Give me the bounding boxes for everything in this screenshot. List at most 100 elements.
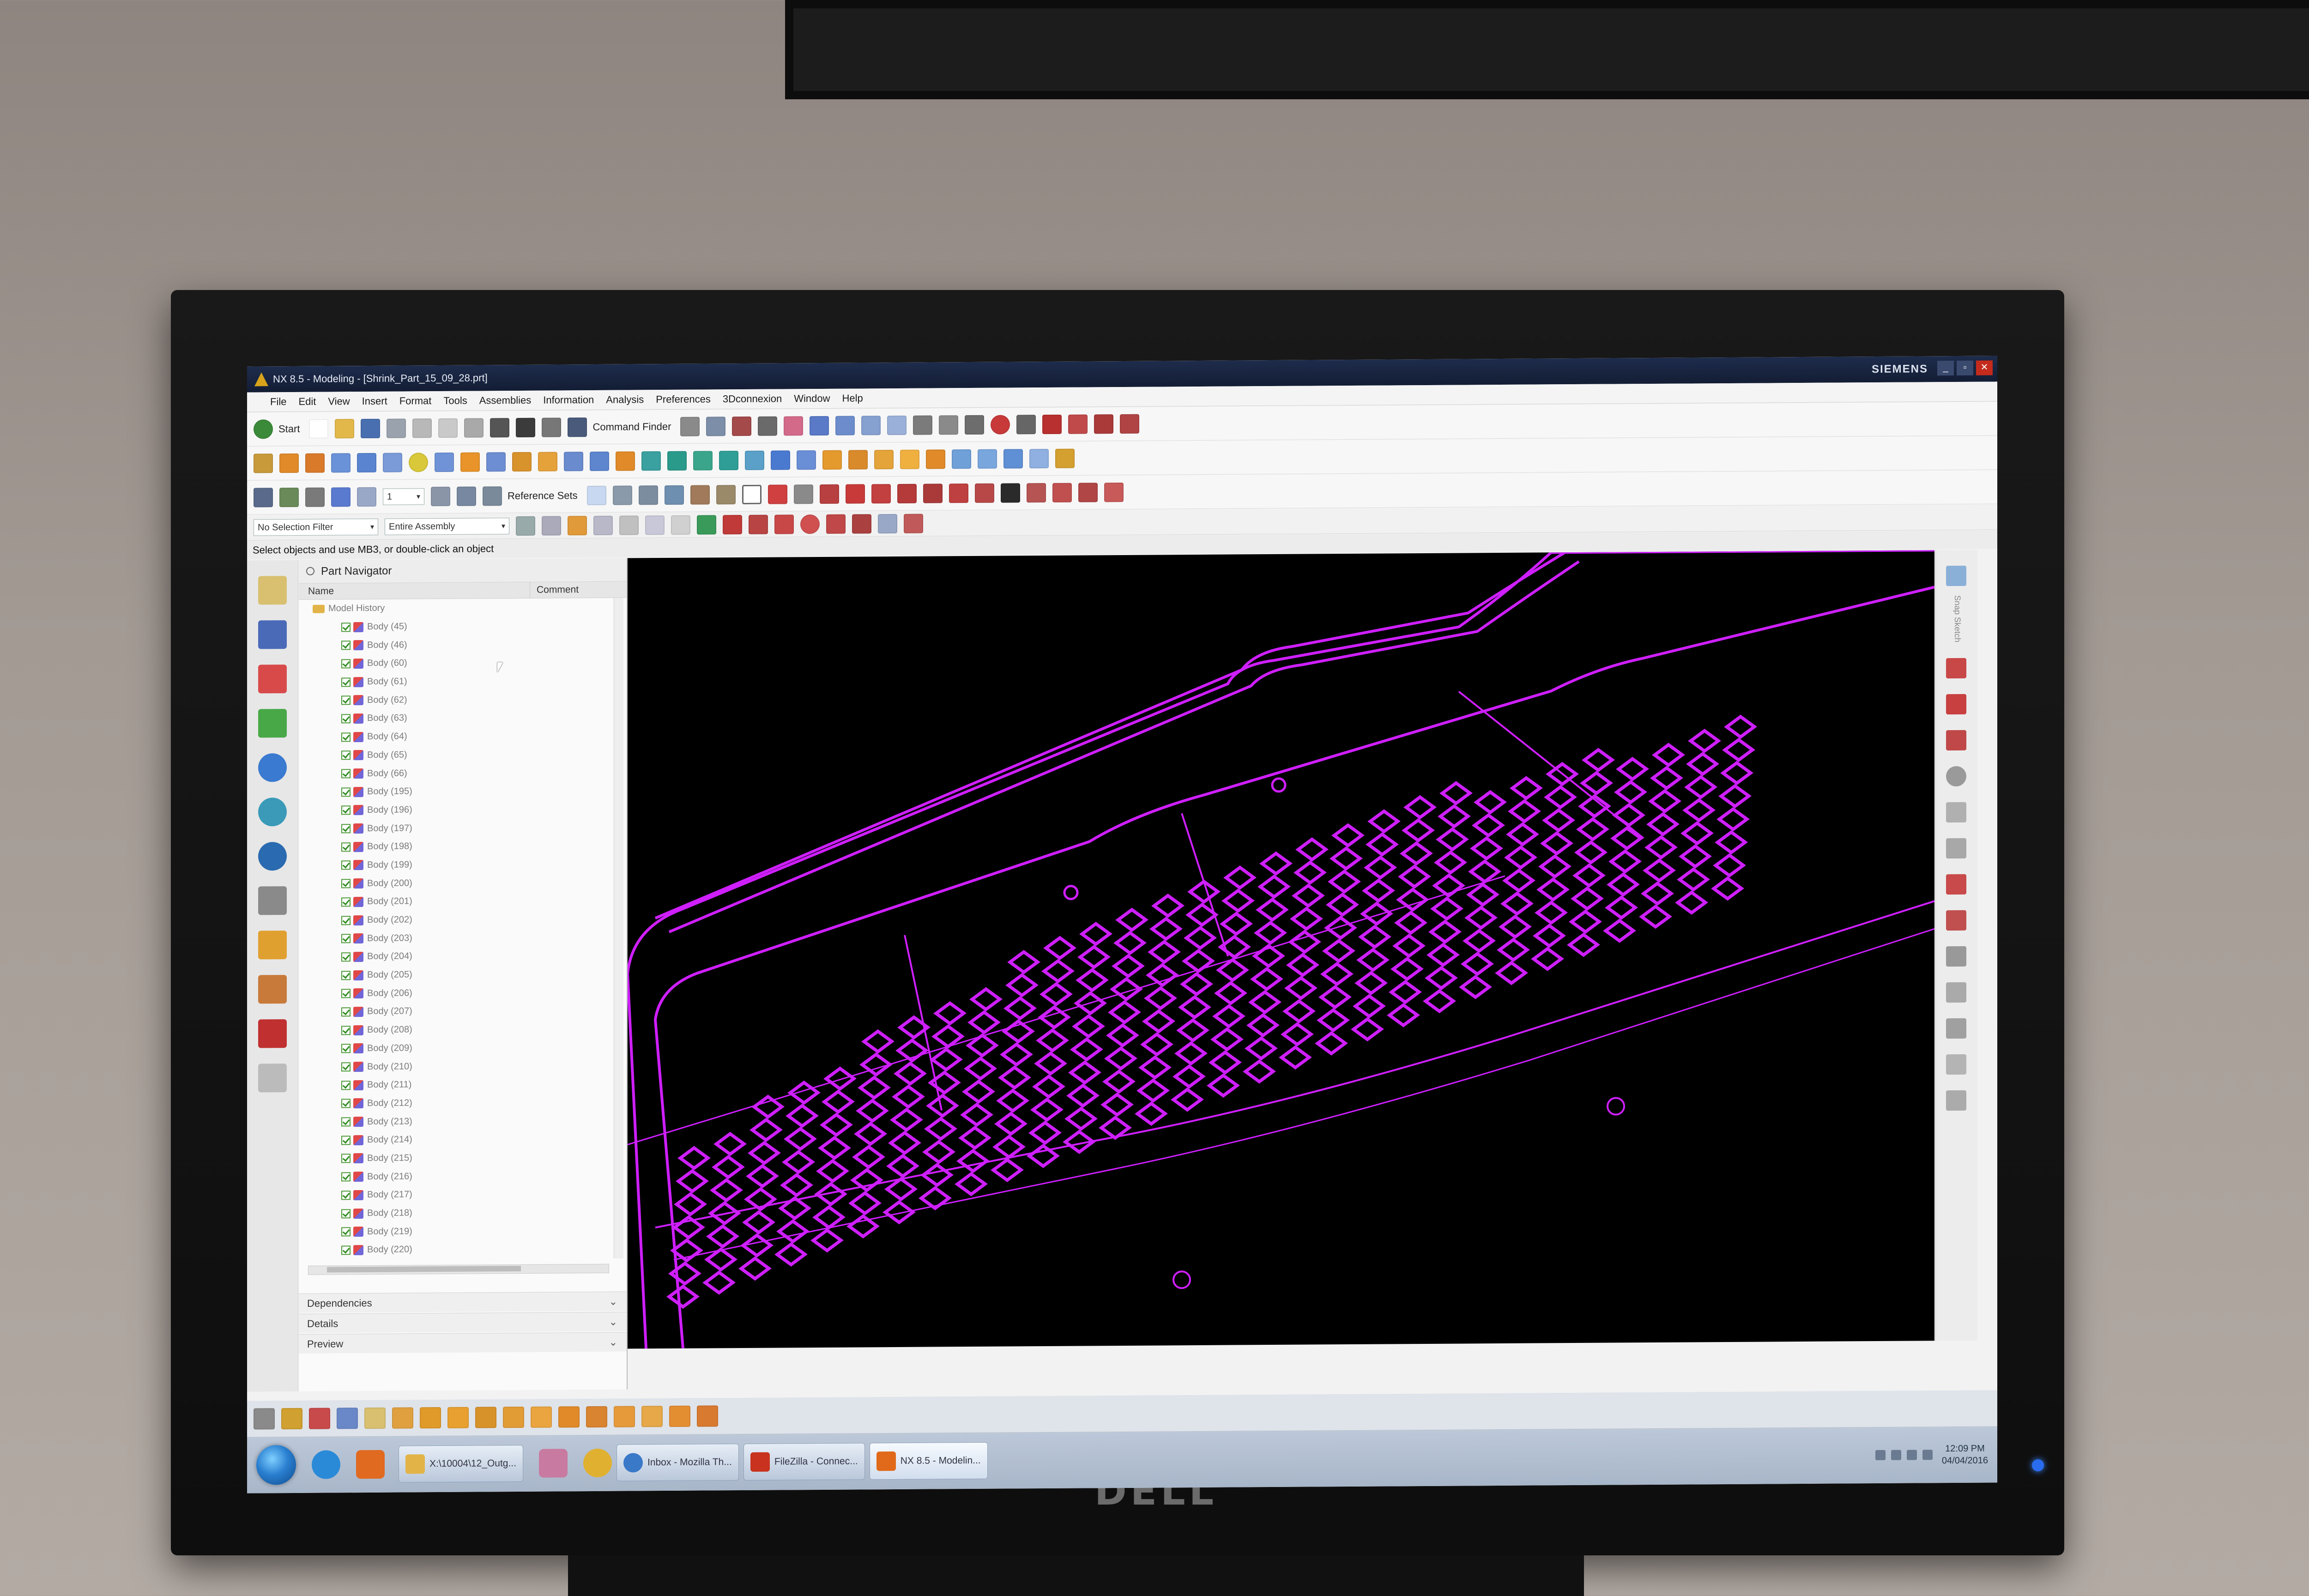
preview-panel[interactable]: Preview ⌄: [299, 1332, 627, 1354]
wcs-icon[interactable]: [758, 416, 778, 436]
visibility-checkbox[interactable]: [341, 915, 351, 925]
clock-icon[interactable]: [258, 842, 287, 871]
move-face-icon[interactable]: [978, 449, 997, 469]
navigator-vertical-scrollbar[interactable]: [614, 598, 623, 1258]
visibility-checkbox[interactable]: [341, 805, 351, 815]
polygon-icon[interactable]: [923, 484, 943, 503]
command-finder-icon[interactable]: [568, 417, 587, 437]
visibility-checkbox[interactable]: [341, 952, 351, 962]
tree-item-body[interactable]: Body (215): [299, 1148, 627, 1168]
shaded-icon[interactable]: [305, 487, 325, 507]
filter-settings-icon[interactable]: [516, 516, 535, 536]
visibility-checkbox[interactable]: [341, 842, 351, 852]
measure-icon[interactable]: [965, 415, 985, 435]
touch-mode-icon[interactable]: [680, 417, 700, 436]
tree-item-body[interactable]: Body (212): [299, 1093, 627, 1113]
tree-item-body[interactable]: Body (64): [299, 726, 627, 746]
measure-body-icon[interactable]: [392, 1407, 413, 1429]
unite-icon[interactable]: [590, 451, 609, 472]
split-body-icon[interactable]: [848, 450, 868, 470]
tree-item-body[interactable]: Body (201): [299, 891, 627, 912]
profile-icon[interactable]: [1946, 658, 1966, 679]
explode-icon[interactable]: [716, 485, 736, 505]
pad-icon[interactable]: [512, 452, 532, 472]
visibility-checkbox[interactable]: [341, 860, 351, 870]
offset-curve-icon[interactable]: [1026, 483, 1046, 503]
select-all-icon[interactable]: [568, 516, 587, 536]
groove-icon[interactable]: [564, 452, 583, 472]
trim-body-icon[interactable]: [822, 450, 842, 470]
command-finder-label[interactable]: Command Finder: [592, 421, 671, 433]
tree-item-body[interactable]: Body (63): [299, 708, 627, 728]
dependencies-panel[interactable]: Dependencies ⌄: [299, 1291, 627, 1313]
visibility-checkbox[interactable]: [341, 695, 351, 705]
visibility-checkbox[interactable]: [341, 1007, 351, 1017]
corner-tool-icon[interactable]: [1946, 1090, 1966, 1111]
pocket-icon[interactable]: [486, 452, 506, 472]
pin-icon[interactable]: [306, 567, 314, 575]
tree-item-body[interactable]: Body (206): [299, 983, 627, 1003]
tree-item-body[interactable]: Body (209): [299, 1038, 627, 1058]
visibility-checkbox[interactable]: [341, 1117, 351, 1127]
new-file-icon[interactable]: [309, 419, 329, 439]
reference-sets-icon[interactable]: [483, 486, 502, 506]
visibility-checkbox[interactable]: [341, 1154, 351, 1163]
wireframe-model[interactable]: [628, 550, 1934, 1349]
snap-mid-point-icon[interactable]: [697, 515, 716, 535]
move-to-layer-icon[interactable]: [457, 486, 476, 506]
block-5-icon[interactable]: [531, 1406, 552, 1428]
cut-icon[interactable]: [412, 418, 432, 438]
fit-icon[interactable]: [254, 488, 273, 508]
taskbar-item-thunderbird[interactable]: Inbox - Mozilla Th...: [616, 1444, 739, 1481]
cone-icon[interactable]: [383, 453, 402, 472]
display-icon[interactable]: [1016, 415, 1036, 435]
visibility-checkbox[interactable]: [341, 677, 351, 687]
taskbar-item-explorer[interactable]: X:\10004\12_Outg...: [399, 1445, 523, 1483]
wave-link-icon[interactable]: [309, 1408, 330, 1429]
scrollbar-thumb[interactable]: [327, 1265, 521, 1273]
tree-item-body[interactable]: Body (218): [299, 1203, 627, 1223]
extrude-icon[interactable]: [279, 453, 299, 473]
menu-insert[interactable]: Insert: [362, 395, 387, 407]
visibility-checkbox[interactable]: [341, 750, 351, 760]
tree-item-body[interactable]: Body (220): [299, 1239, 627, 1256]
history-icon[interactable]: [258, 798, 287, 827]
project-curve-icon[interactable]: [1052, 483, 1072, 502]
tree-item-body[interactable]: Body (217): [299, 1185, 627, 1205]
open-folder-icon[interactable]: [335, 419, 355, 439]
visibility-checkbox[interactable]: [341, 714, 351, 724]
visibility-checkbox[interactable]: [341, 769, 351, 779]
undo-icon[interactable]: [516, 417, 536, 438]
snap-quadrant-icon[interactable]: [800, 514, 820, 534]
studio-spline-icon[interactable]: [949, 484, 968, 503]
details-panel[interactable]: Details ⌄: [299, 1312, 627, 1333]
tree-item-body[interactable]: Body (210): [299, 1056, 627, 1076]
delete-face-icon[interactable]: [1029, 448, 1049, 469]
visibility-checkbox[interactable]: [341, 989, 351, 998]
point-tool-icon[interactable]: [1946, 946, 1966, 967]
draft-icon[interactable]: [719, 451, 738, 471]
palette-icon[interactable]: [258, 1064, 287, 1093]
visibility-checkbox[interactable]: [341, 622, 351, 632]
block-6-icon[interactable]: [558, 1406, 580, 1428]
move-component-icon[interactable]: [664, 485, 684, 505]
tree-item-body[interactable]: Body (45): [299, 616, 627, 636]
tree-item-body[interactable]: Body (205): [299, 964, 627, 985]
view-cube-icon[interactable]: [331, 487, 351, 507]
circle-tool-icon[interactable]: [1946, 766, 1966, 787]
visibility-checkbox[interactable]: [341, 897, 351, 907]
block-icon[interactable]: [331, 453, 351, 473]
wireframe-icon[interactable]: [357, 487, 376, 507]
show-hidden-icons-icon[interactable]: [1875, 1450, 1886, 1461]
menu-window[interactable]: Window: [794, 393, 830, 405]
tree-item-body[interactable]: Body (211): [299, 1074, 627, 1094]
replace-face-icon[interactable]: [1003, 449, 1023, 469]
clock[interactable]: 12:09 PM 04/04/2016: [1942, 1443, 1988, 1467]
snap-on-curve-icon[interactable]: [852, 514, 871, 534]
patch-icon[interactable]: [952, 449, 971, 469]
rotate-icon[interactable]: [991, 415, 1010, 435]
plane-icon[interactable]: [810, 416, 829, 436]
taskbar-item-filezilla[interactable]: FileZilla - Connec...: [743, 1443, 865, 1481]
system-materials-icon[interactable]: [258, 886, 287, 915]
face-icon[interactable]: [835, 416, 855, 435]
